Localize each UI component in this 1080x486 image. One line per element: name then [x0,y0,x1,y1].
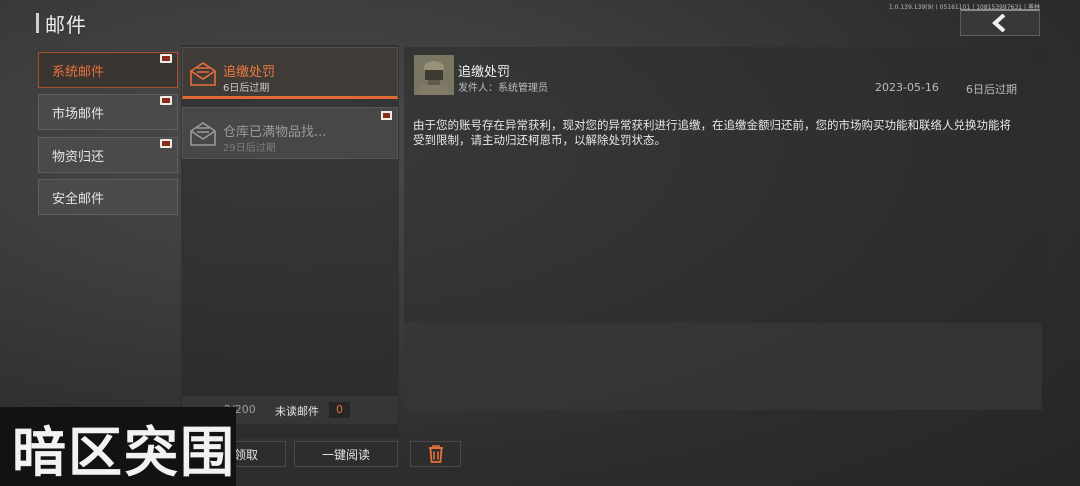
back-button[interactable] [960,9,1040,36]
detail-title: 追缴处罚 [458,65,511,80]
detail-expire: 6日后过期 [966,83,1017,96]
category-security[interactable]: 安全邮件 [38,179,178,215]
logo-text: 暗区突围 [12,421,236,484]
mail-item-warehouse[interactable]: 仓库已满物品找... 29日后过期 [182,107,398,159]
back-arrow-icon [991,14,1006,32]
gift-icon [160,139,172,148]
read-all-label: 一键阅读 [321,447,370,462]
category-system[interactable]: 系统邮件 [38,52,178,88]
category-market[interactable]: 市场邮件 [38,94,178,130]
category-label: 安全邮件 [52,191,105,207]
gift-icon [160,96,172,105]
detail-body: 由于您的账号存在异常获利，现对您的异常获利进行追缴，在追缴金额归还前，您的市场购… [413,118,1011,147]
delete-button[interactable] [410,441,461,467]
category-return[interactable]: 物资归还 [38,137,178,173]
mail-title: 追缴处罚 [223,65,276,80]
attachment-area [404,323,1042,410]
mail-expire: 6日后过期 [223,83,270,94]
category-label: 物资归还 [52,149,105,165]
mail-item-penalty[interactable]: 追缴处罚 6日后过期 [182,47,398,99]
page-header: 邮件 [36,8,87,38]
read-all-button[interactable]: 一键阅读 [294,441,398,467]
game-logo: 暗区突围 [12,421,236,484]
gift-icon [381,111,392,120]
detail-date: 2023-05-16 [875,81,939,94]
envelope-open-icon [190,122,216,146]
title-marker [36,13,39,33]
detail-sender: 发件人：系统管理员 [458,83,548,94]
soldier-avatar-icon [414,55,454,95]
envelope-open-icon [190,62,216,86]
gift-icon [160,54,172,63]
sender-avatar [414,55,454,95]
mail-list-panel [181,45,399,438]
unread-count-badge: 0 [329,402,350,418]
trash-icon [428,445,443,463]
page-title: 邮件 [45,12,87,37]
mail-title: 仓库已满物品找... [223,125,327,140]
category-label: 市场邮件 [52,106,105,122]
unread-label: 未读邮件 [275,405,319,418]
mail-expire: 29日后过期 [223,143,276,154]
category-label: 系统邮件 [52,64,105,80]
